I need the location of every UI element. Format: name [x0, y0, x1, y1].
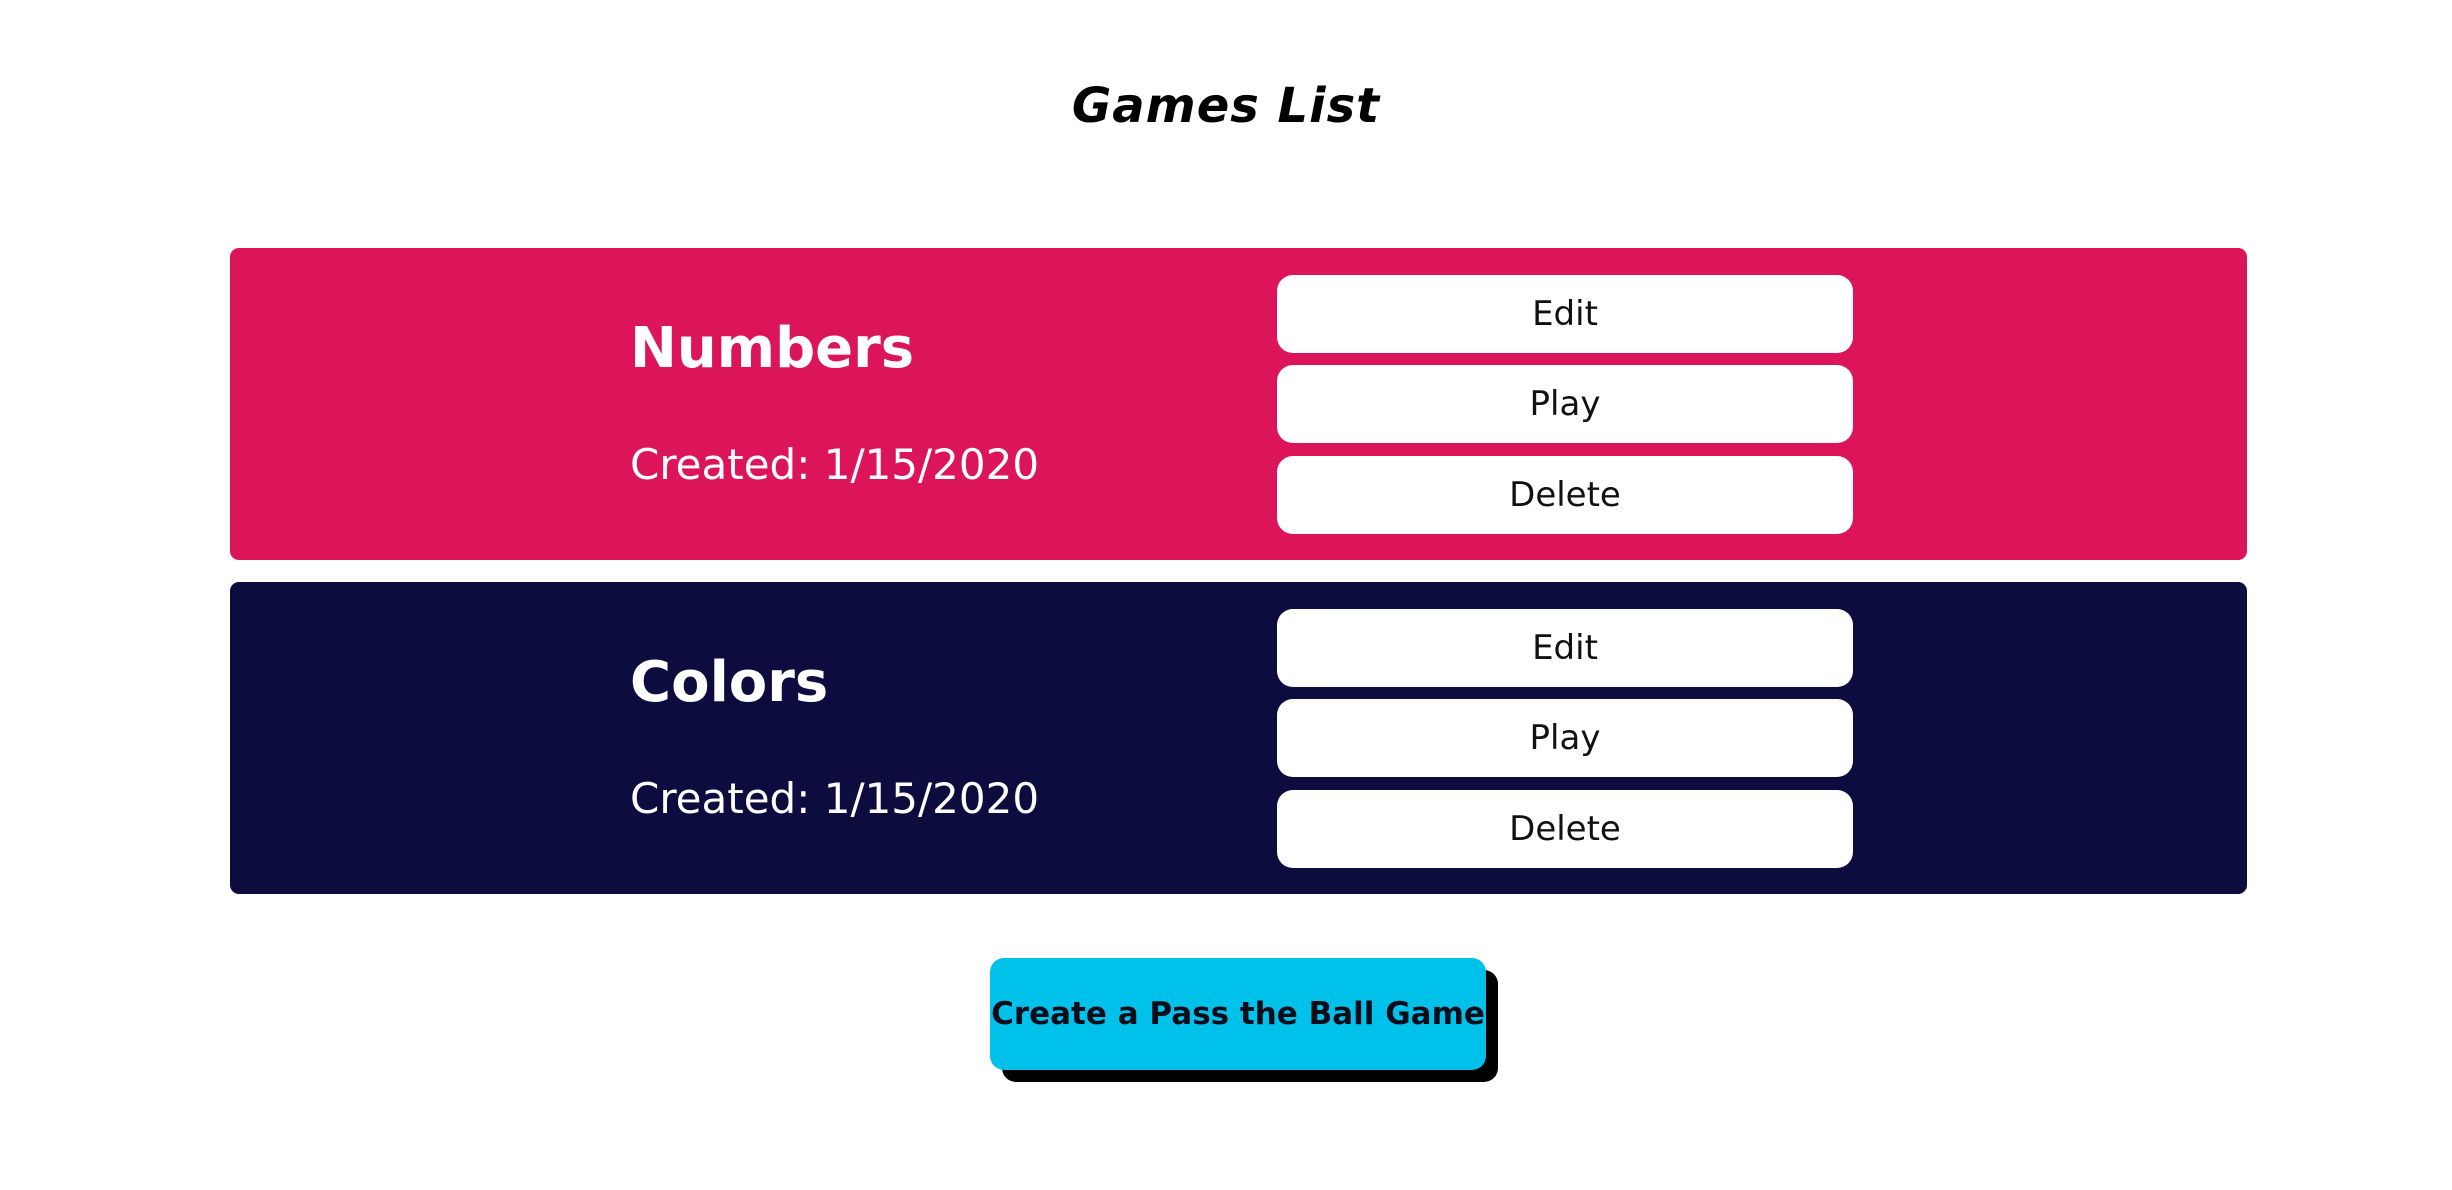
edit-button[interactable]: Edit	[1277, 609, 1853, 687]
create-game-button[interactable]: Create a Pass the Ball Game	[990, 958, 1486, 1070]
delete-button[interactable]: Delete	[1277, 790, 1853, 868]
play-button[interactable]: Play	[1277, 699, 1853, 777]
page-title: Games List	[1071, 78, 1381, 134]
edit-button[interactable]: Edit	[1277, 275, 1853, 353]
game-name: Numbers	[630, 316, 915, 381]
game-created-date: Created: 1/15/2020	[630, 440, 1040, 489]
play-button[interactable]: Play	[1277, 365, 1853, 443]
game-card-colors: Colors Created: 1/15/2020 Edit Play Dele…	[230, 582, 2247, 894]
game-card-numbers: Numbers Created: 1/15/2020 Edit Play Del…	[230, 248, 2247, 560]
game-created-date: Created: 1/15/2020	[630, 774, 1040, 823]
game-name: Colors	[630, 650, 829, 715]
create-game-container: Create a Pass the Ball Game	[990, 958, 1498, 1082]
delete-button[interactable]: Delete	[1277, 456, 1853, 534]
